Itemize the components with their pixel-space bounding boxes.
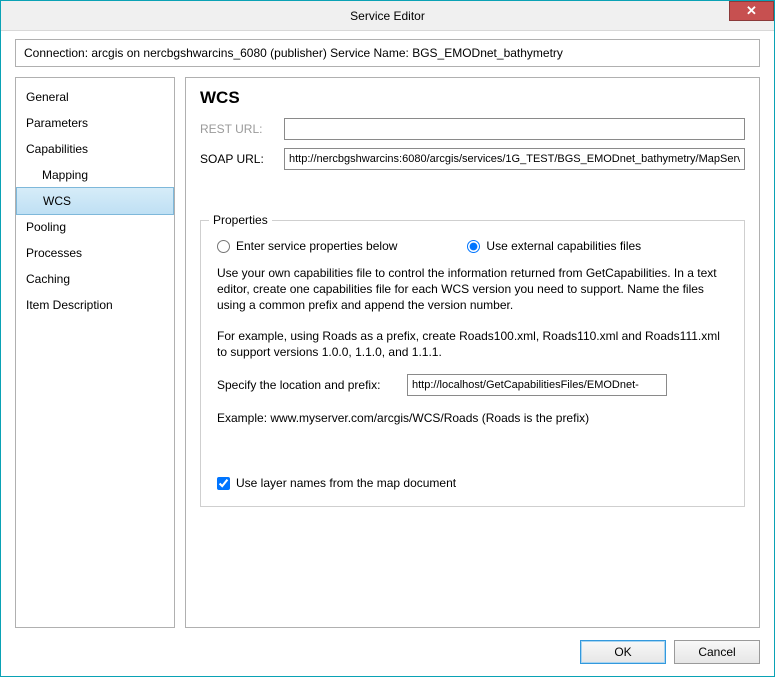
nav-item-processes[interactable]: Processes xyxy=(16,240,174,266)
nav-label: Capabilities xyxy=(26,142,88,156)
page-title: WCS xyxy=(200,88,745,108)
ok-label: OK xyxy=(614,645,631,659)
instructions-para-1: Use your own capabilities file to contro… xyxy=(217,265,728,314)
nav-panel: General Parameters Capabilities Mapping … xyxy=(15,77,175,628)
soap-url-label: SOAP URL: xyxy=(200,152,284,166)
prefix-row: Specify the location and prefix: xyxy=(217,374,728,396)
rest-url-label: REST URL: xyxy=(200,122,284,136)
use-layer-names-row[interactable]: Use layer names from the map document xyxy=(217,476,728,490)
connection-text: Connection: arcgis on nercbgshwarcins_60… xyxy=(24,46,563,60)
prefix-label: Specify the location and prefix: xyxy=(217,378,407,392)
prefix-input[interactable] xyxy=(407,374,667,396)
nav-label: WCS xyxy=(43,194,71,208)
nav-item-capabilities[interactable]: Capabilities xyxy=(16,136,174,162)
radio-enter-properties[interactable]: Enter service properties below xyxy=(217,239,397,253)
properties-legend: Properties xyxy=(209,213,272,227)
use-layer-names-checkbox[interactable] xyxy=(217,477,230,490)
nav-label: Processes xyxy=(26,246,82,260)
ok-button[interactable]: OK xyxy=(580,640,666,664)
window-title: Service Editor xyxy=(350,9,425,23)
radio-external-label: Use external capabilities files xyxy=(486,239,641,253)
rest-url-row: REST URL: xyxy=(200,118,745,140)
radio-row: Enter service properties below Use exter… xyxy=(217,239,728,253)
nav-item-wcs[interactable]: WCS xyxy=(16,187,174,215)
nav-item-general[interactable]: General xyxy=(16,84,174,110)
nav-item-parameters[interactable]: Parameters xyxy=(16,110,174,136)
cancel-label: Cancel xyxy=(698,645,735,659)
nav-item-item-description[interactable]: Item Description xyxy=(16,292,174,318)
soap-url-input[interactable] xyxy=(284,148,745,170)
nav-label: Item Description xyxy=(26,298,113,312)
cancel-button[interactable]: Cancel xyxy=(674,640,760,664)
example-text: Example: www.myserver.com/arcgis/WCS/Roa… xyxy=(217,410,728,426)
body-row: General Parameters Capabilities Mapping … xyxy=(15,77,760,628)
radio-external-files[interactable]: Use external capabilities files xyxy=(467,239,641,253)
close-button[interactable]: ✕ xyxy=(729,1,774,21)
nav-label: General xyxy=(26,90,69,104)
connection-bar: Connection: arcgis on nercbgshwarcins_60… xyxy=(15,39,760,67)
content-panel: WCS REST URL: SOAP URL: Properties Enter… xyxy=(185,77,760,628)
close-icon: ✕ xyxy=(746,3,757,19)
nav-label: Caching xyxy=(26,272,70,286)
nav-item-pooling[interactable]: Pooling xyxy=(16,214,174,240)
nav-label: Mapping xyxy=(42,168,88,182)
soap-url-row: SOAP URL: xyxy=(200,148,745,170)
use-layer-names-label: Use layer names from the map document xyxy=(236,476,456,490)
titlebar: Service Editor ✕ xyxy=(1,1,774,31)
nav-label: Pooling xyxy=(26,220,66,234)
service-editor-window: Service Editor ✕ Connection: arcgis on n… xyxy=(0,0,775,677)
instructions-para-2: For example, using Roads as a prefix, cr… xyxy=(217,328,728,360)
nav-item-caching[interactable]: Caching xyxy=(16,266,174,292)
rest-url-input[interactable] xyxy=(284,118,745,140)
radio-external-input[interactable] xyxy=(467,240,480,253)
footer: OK Cancel xyxy=(1,628,774,676)
radio-enter-input[interactable] xyxy=(217,240,230,253)
nav-item-mapping[interactable]: Mapping xyxy=(16,162,174,188)
properties-fieldset: Properties Enter service properties belo… xyxy=(200,220,745,507)
nav-label: Parameters xyxy=(26,116,88,130)
radio-enter-label: Enter service properties below xyxy=(236,239,397,253)
